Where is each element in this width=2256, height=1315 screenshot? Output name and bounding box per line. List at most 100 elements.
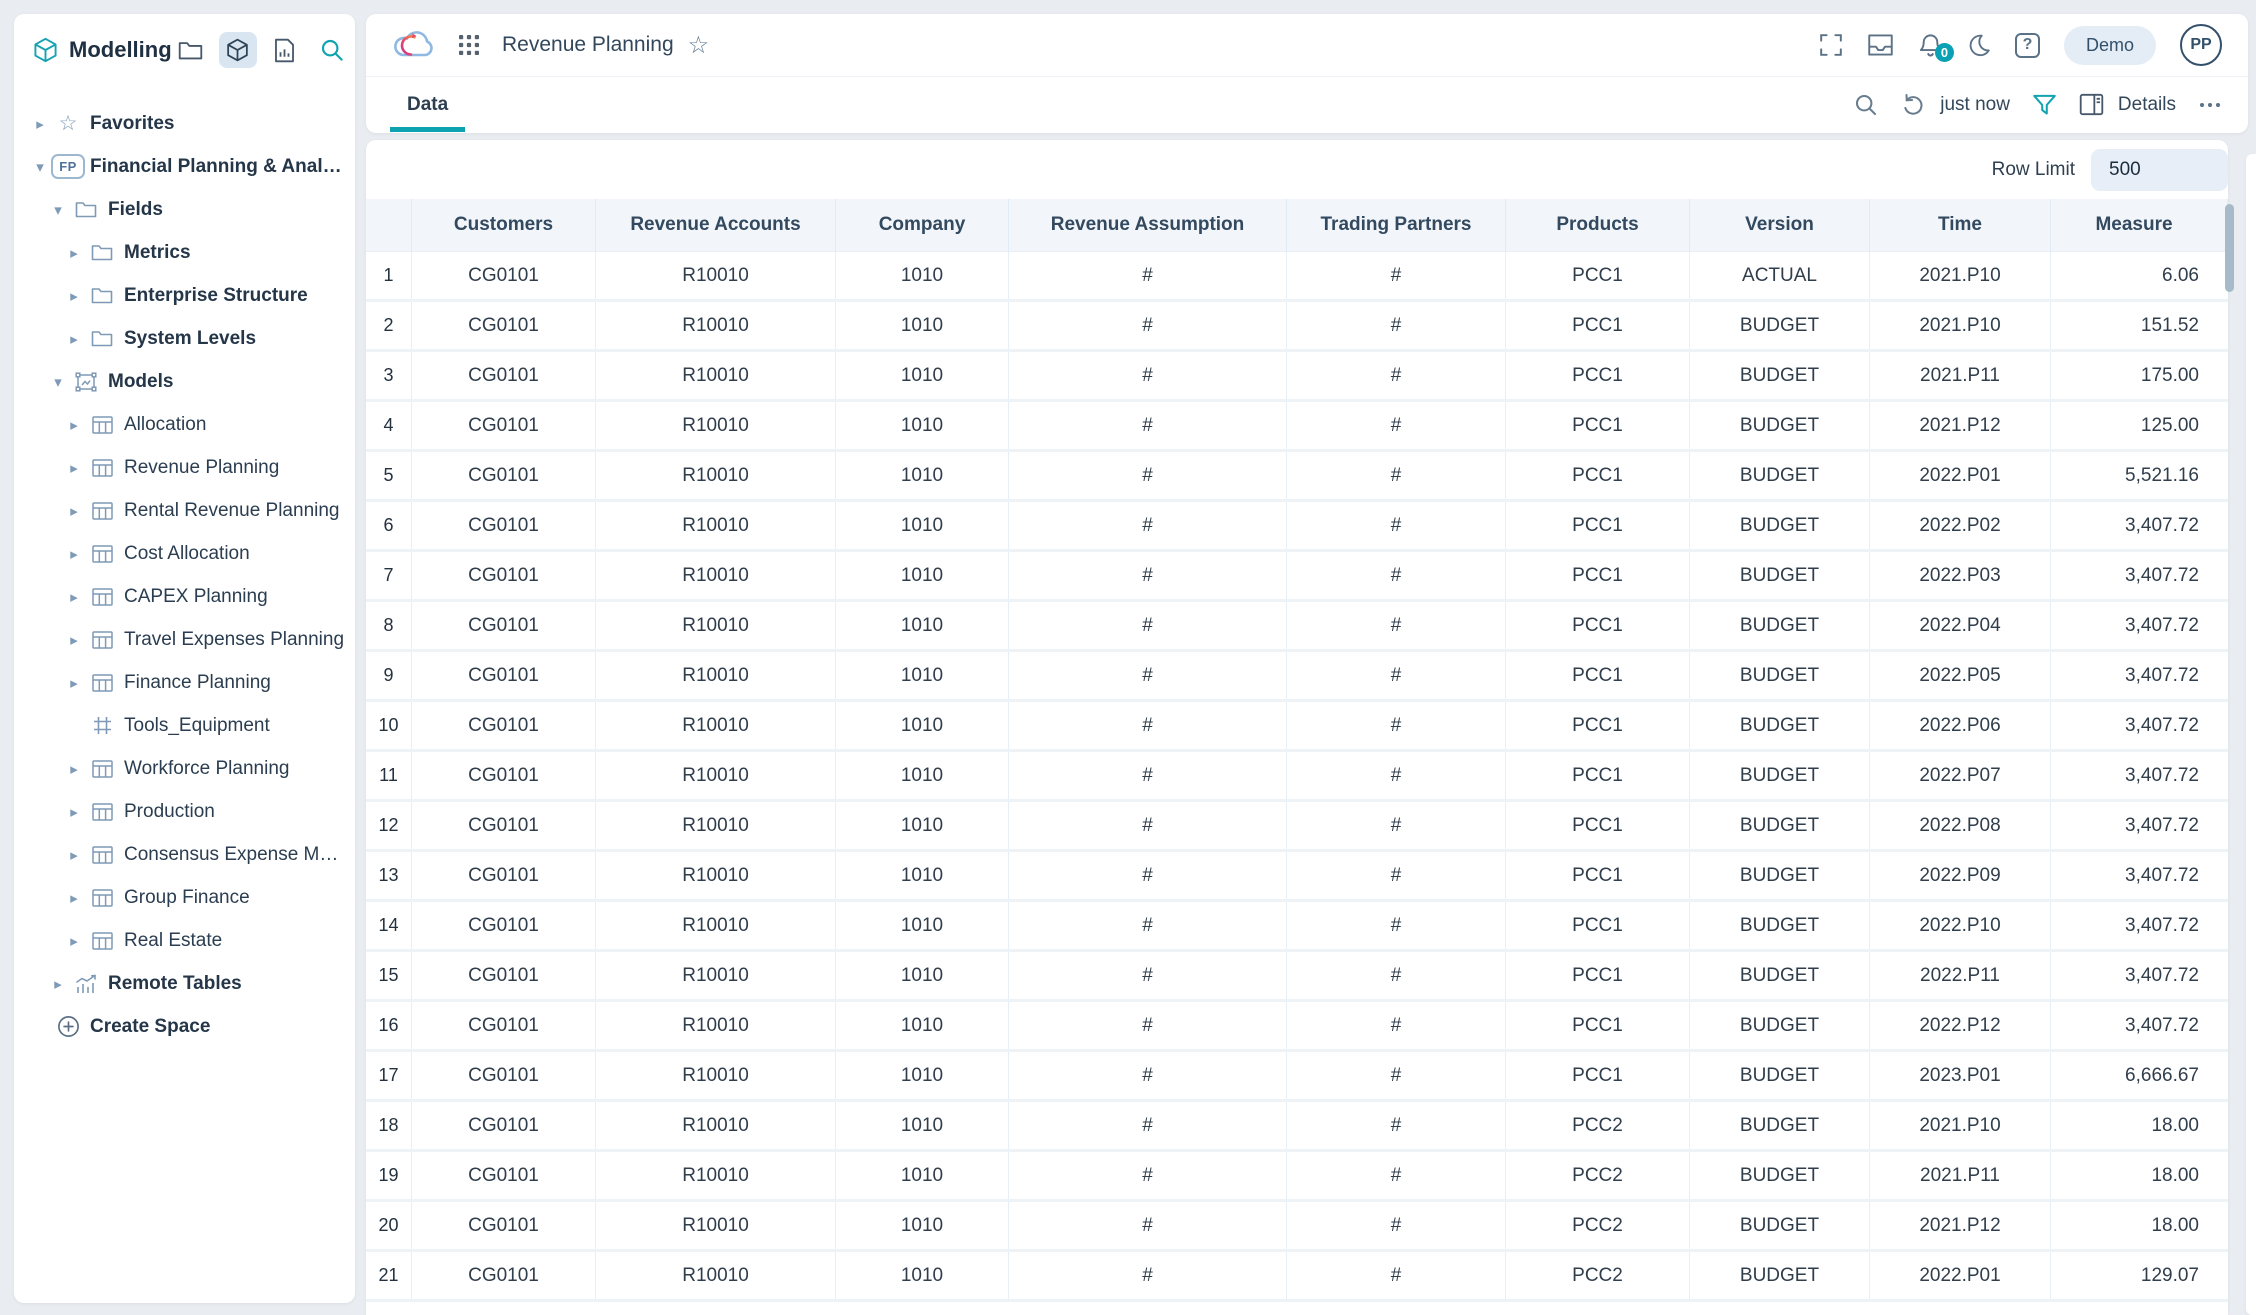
table-cell[interactable]: PCC1 (1506, 252, 1690, 299)
table-cell[interactable]: # (1287, 802, 1506, 849)
table-cell[interactable]: CG0101 (412, 952, 596, 999)
table-cell[interactable]: BUDGET (1690, 452, 1870, 499)
table-cell[interactable]: 2022.P07 (1870, 752, 2051, 799)
table-cell[interactable]: 1010 (836, 352, 1009, 399)
column-header-products[interactable]: Products (1506, 199, 1690, 252)
caret-right-icon[interactable]: ▸ (66, 760, 82, 778)
table-cell[interactable]: R10010 (596, 502, 836, 549)
sidebar-item-finance-planning[interactable]: ▸Finance Planning (14, 661, 355, 704)
table-cell[interactable]: 2022.P04 (1870, 602, 2051, 649)
table-cell[interactable]: BUDGET (1690, 302, 1870, 349)
table-cell[interactable]: CG0101 (412, 1202, 596, 1249)
sidebar-item-revenue-planning[interactable]: ▸Revenue Planning (14, 446, 355, 489)
table-cell[interactable]: CG0101 (412, 752, 596, 799)
sidebar-item-production[interactable]: ▸Production (14, 790, 355, 833)
table-cell[interactable]: R10010 (596, 802, 836, 849)
row-number[interactable]: 1 (366, 252, 412, 299)
table-cell[interactable]: # (1009, 1152, 1287, 1199)
table-cell[interactable]: # (1287, 302, 1506, 349)
table-cell[interactable]: 3,407.72 (2051, 502, 2228, 549)
table-row[interactable]: 7CG0101R100101010##PCC1BUDGET2022.P033,4… (366, 552, 2228, 602)
column-header-version[interactable]: Version (1690, 199, 1870, 252)
row-number[interactable]: 5 (366, 452, 412, 499)
row-number[interactable]: 8 (366, 602, 412, 649)
table-cell[interactable]: R10010 (596, 1152, 836, 1199)
fullscreen-icon[interactable] (1819, 33, 1843, 57)
table-cell[interactable]: BUDGET (1690, 702, 1870, 749)
table-cell[interactable]: # (1009, 1102, 1287, 1149)
table-cell[interactable]: 2022.P12 (1870, 1002, 2051, 1049)
row-number[interactable]: 11 (366, 752, 412, 799)
table-cell[interactable]: PCC1 (1506, 852, 1690, 899)
table-cell[interactable]: 2021.P12 (1870, 1202, 2051, 1249)
table-cell[interactable]: # (1287, 1202, 1506, 1249)
sidebar-item-metrics[interactable]: ▸Metrics (14, 231, 355, 274)
table-cell[interactable]: 2022.P11 (1870, 952, 2051, 999)
table-cell[interactable]: 1010 (836, 1152, 1009, 1199)
caret-down-icon[interactable]: ▾ (50, 201, 66, 219)
table-cell[interactable]: BUDGET (1690, 1252, 1870, 1299)
table-cell[interactable]: 18.00 (2051, 1202, 2228, 1249)
table-cell[interactable]: # (1287, 502, 1506, 549)
row-number[interactable]: 20 (366, 1202, 412, 1249)
sidebar-item-group-finance[interactable]: ▸Group Finance (14, 876, 355, 919)
app-grid-icon[interactable] (458, 34, 480, 56)
table-cell[interactable]: # (1009, 552, 1287, 599)
table-row[interactable]: 19CG0101R100101010##PCC2BUDGET2021.P1118… (366, 1152, 2228, 1202)
table-cell[interactable]: # (1287, 602, 1506, 649)
sidebar-item-system-levels[interactable]: ▸System Levels (14, 317, 355, 360)
filter-funnel-icon[interactable] (2032, 93, 2057, 117)
table-row[interactable]: 4CG0101R100101010##PCC1BUDGET2021.P12125… (366, 402, 2228, 452)
search-icon[interactable] (1854, 93, 1878, 117)
table-cell[interactable]: # (1009, 902, 1287, 949)
inbox-icon[interactable] (1867, 33, 1894, 57)
table-cell[interactable]: # (1009, 1202, 1287, 1249)
row-number[interactable]: 19 (366, 1152, 412, 1199)
table-cell[interactable]: 18.00 (2051, 1152, 2228, 1199)
table-row[interactable]: 14CG0101R100101010##PCC1BUDGET2022.P103,… (366, 902, 2228, 952)
sidebar-item-real-estate[interactable]: ▸Real Estate (14, 919, 355, 962)
table-cell[interactable]: 2022.P10 (1870, 902, 2051, 949)
table-cell[interactable]: R10010 (596, 702, 836, 749)
table-cell[interactable]: CG0101 (412, 302, 596, 349)
table-cell[interactable]: 1010 (836, 952, 1009, 999)
table-cell[interactable]: 1010 (836, 1102, 1009, 1149)
table-cell[interactable]: 1010 (836, 252, 1009, 299)
sidebar-item-allocation[interactable]: ▸Allocation (14, 403, 355, 446)
caret-right-icon[interactable]: ▸ (66, 502, 82, 520)
column-header-trading-partners[interactable]: Trading Partners (1287, 199, 1506, 252)
table-cell[interactable]: 5,521.16 (2051, 452, 2228, 499)
table-cell[interactable]: BUDGET (1690, 1052, 1870, 1099)
table-cell[interactable]: CG0101 (412, 652, 596, 699)
table-cell[interactable]: R10010 (596, 302, 836, 349)
table-cell[interactable]: 1010 (836, 1252, 1009, 1299)
table-row[interactable]: 5CG0101R100101010##PCC1BUDGET2022.P015,5… (366, 452, 2228, 502)
row-number[interactable]: 16 (366, 1002, 412, 1049)
table-row[interactable]: 3CG0101R100101010##PCC1BUDGET2021.P11175… (366, 352, 2228, 402)
row-number[interactable]: 14 (366, 902, 412, 949)
table-cell[interactable]: # (1287, 752, 1506, 799)
table-cell[interactable]: 3,407.72 (2051, 802, 2228, 849)
table-cell[interactable]: # (1287, 452, 1506, 499)
tab-data[interactable]: Data (390, 77, 465, 132)
table-cell[interactable]: # (1287, 1102, 1506, 1149)
table-cell[interactable]: 2022.P02 (1870, 502, 2051, 549)
caret-right-icon[interactable]: ▸ (50, 975, 66, 993)
table-cell[interactable]: # (1287, 252, 1506, 299)
folder-icon[interactable] (172, 32, 210, 68)
sidebar-item-remote-tables[interactable]: ▸Remote Tables (14, 962, 355, 1005)
caret-right-icon[interactable]: ▸ (66, 803, 82, 821)
table-cell[interactable]: 2022.P05 (1870, 652, 2051, 699)
row-number[interactable]: 17 (366, 1052, 412, 1099)
table-cell[interactable]: 175.00 (2051, 352, 2228, 399)
table-cell[interactable]: # (1287, 402, 1506, 449)
table-cell[interactable]: # (1287, 652, 1506, 699)
table-cell[interactable]: PCC1 (1506, 352, 1690, 399)
table-cell[interactable]: # (1009, 502, 1287, 549)
favorite-star-icon[interactable]: ☆ (688, 31, 710, 60)
table-cell[interactable]: R10010 (596, 1102, 836, 1149)
sidebar-item-cost-allocation[interactable]: ▸Cost Allocation (14, 532, 355, 575)
table-cell[interactable]: CG0101 (412, 252, 596, 299)
sidebar-item-models[interactable]: ▾Models (14, 360, 355, 403)
table-cell[interactable]: 1010 (836, 502, 1009, 549)
